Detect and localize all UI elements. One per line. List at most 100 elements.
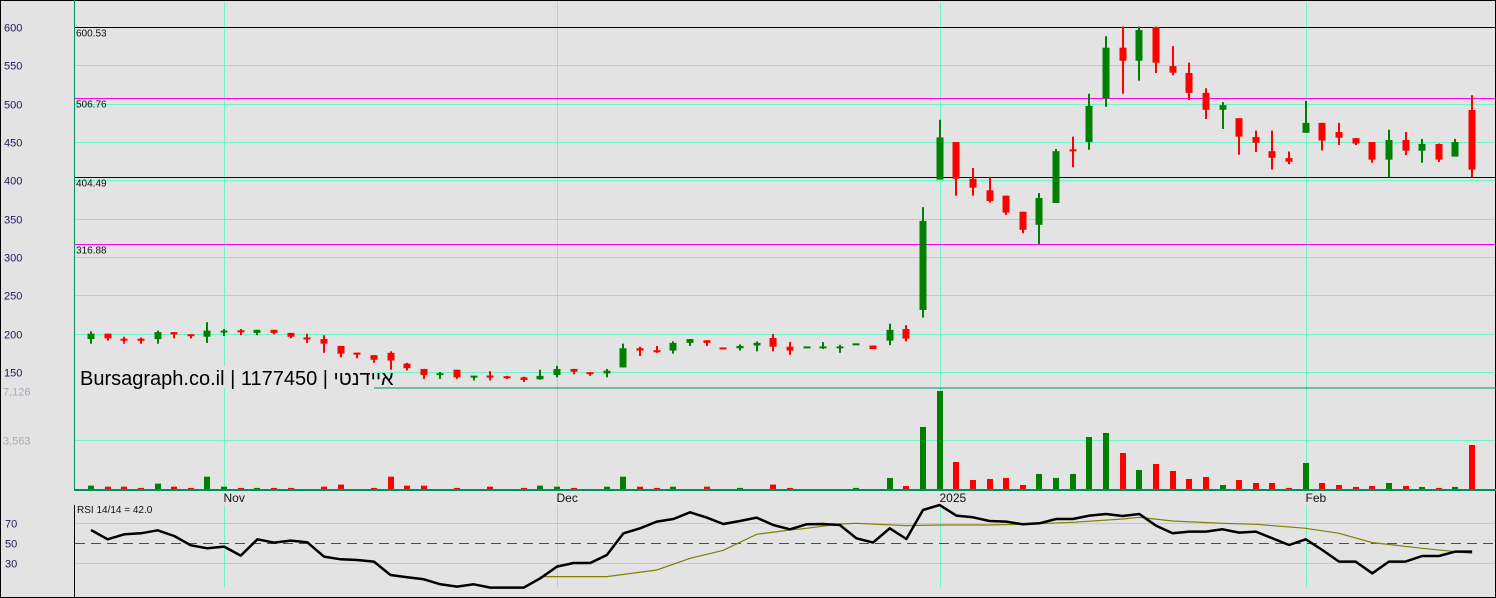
candle-body: [1019, 211, 1027, 230]
candle-body: [902, 329, 910, 339]
volume-bar: [1369, 485, 1375, 490]
date-label: Nov: [224, 491, 245, 505]
volume-bar: [1203, 476, 1209, 490]
candle-body: [1352, 138, 1360, 144]
candle-body: [936, 137, 944, 180]
volume-bar: [1220, 484, 1226, 490]
volume-bar: [1153, 463, 1159, 490]
volume-bar: [1036, 473, 1042, 490]
price-tick-label: 450: [4, 138, 22, 150]
price-level-label: 316.88: [76, 246, 107, 257]
volume-bar: [487, 486, 493, 490]
candle-body: [120, 338, 128, 341]
volume-bar: [1386, 482, 1392, 490]
candle-body: [586, 372, 594, 375]
candle-body: [470, 375, 478, 378]
candle-body: [353, 352, 361, 355]
candle-body: [553, 368, 561, 376]
candle: [869, 345, 877, 350]
candle-body: [270, 329, 278, 333]
candle-body: [387, 352, 395, 361]
candle-body: [237, 330, 245, 333]
volume-bar: [1186, 478, 1192, 490]
volume-bar: [604, 486, 610, 490]
volume-bar: [670, 486, 676, 490]
volume-bar: [970, 479, 976, 490]
price-tick-label: 300: [4, 253, 22, 265]
volume-bar: [1419, 486, 1425, 490]
price-level-label: 404.49: [76, 179, 107, 190]
candle-body: [154, 332, 162, 340]
candle-body: [703, 340, 711, 343]
price-tick-label: 600: [4, 23, 22, 35]
volume-bar: [953, 461, 959, 490]
candle-body: [187, 334, 195, 337]
volume-bar: [1136, 469, 1142, 490]
candle-body: [1169, 66, 1177, 73]
candle-body: [803, 346, 811, 349]
rsi-tick-label: 30: [5, 559, 17, 571]
candle-body: [1085, 105, 1093, 143]
volume-tick-label: 3,563: [3, 436, 31, 448]
volume-bar: [903, 485, 909, 490]
candle-body: [1152, 27, 1160, 63]
candle-body: [669, 342, 677, 351]
stock-chart: 600.53 506.76 404.49 316.88 600 550 500 450 400…: [0, 0, 1496, 598]
volume-bar: [88, 485, 94, 490]
candle-body: [1285, 158, 1293, 162]
candle-body: [686, 339, 694, 343]
candle-body: [403, 363, 411, 369]
volume-bar: [637, 486, 643, 490]
candle-body: [1268, 151, 1276, 158]
candle-body: [1418, 143, 1426, 151]
candle: [919, 207, 927, 318]
candle-body: [1318, 122, 1326, 141]
candle-body: [1252, 137, 1260, 143]
volume-bar: [1120, 452, 1126, 490]
volume-bar: [321, 486, 327, 490]
candle-body: [986, 190, 994, 202]
candle-body: [220, 330, 228, 333]
candle-body: [603, 370, 611, 374]
candle-body: [170, 332, 178, 335]
price-tick-label: 400: [4, 176, 22, 188]
volume-bar: [221, 486, 227, 490]
volume-bar: [1236, 479, 1242, 490]
date-label: 2025: [940, 491, 967, 505]
candle-body: [736, 345, 744, 349]
volume-bar: [1336, 484, 1342, 490]
volume-bar: [1353, 486, 1359, 490]
candle: [1002, 195, 1010, 215]
candle-body: [786, 346, 794, 351]
volume-bar: [388, 476, 394, 490]
volume-bar: [1452, 486, 1458, 490]
volume-bar: [338, 484, 344, 490]
volume-bar: [620, 476, 626, 490]
candle-body: [287, 332, 295, 337]
volume-bar: [704, 486, 710, 490]
volume-bar: [537, 485, 543, 490]
price-tick-label: 550: [4, 61, 22, 73]
candle-body: [1219, 105, 1227, 110]
volume-bar: [1269, 482, 1275, 490]
volume-bar: [155, 483, 161, 490]
chart-title: Bursagraph.co.il | 1177450 | איידנטי: [80, 368, 394, 390]
candle-body: [1435, 143, 1443, 160]
volume-bar: [770, 484, 776, 490]
volume-bar: [204, 476, 210, 490]
candle-body: [1402, 140, 1410, 151]
candle: [719, 347, 727, 350]
candle-body: [1035, 197, 1043, 225]
candle-body: [1002, 195, 1010, 213]
candle-body: [719, 347, 727, 350]
candle-body: [819, 346, 827, 349]
candle-body: [886, 329, 894, 341]
title-box: Bursagraph.co.il | 1177450 | איידנטי: [76, 366, 394, 390]
candle: [1052, 148, 1060, 203]
candle: [1368, 142, 1376, 163]
volume-bar: [1086, 436, 1092, 490]
price-level-label: 506.76: [76, 100, 107, 111]
candle: [852, 343, 860, 346]
date-label: Feb: [1306, 491, 1327, 505]
candle-body: [253, 329, 261, 333]
